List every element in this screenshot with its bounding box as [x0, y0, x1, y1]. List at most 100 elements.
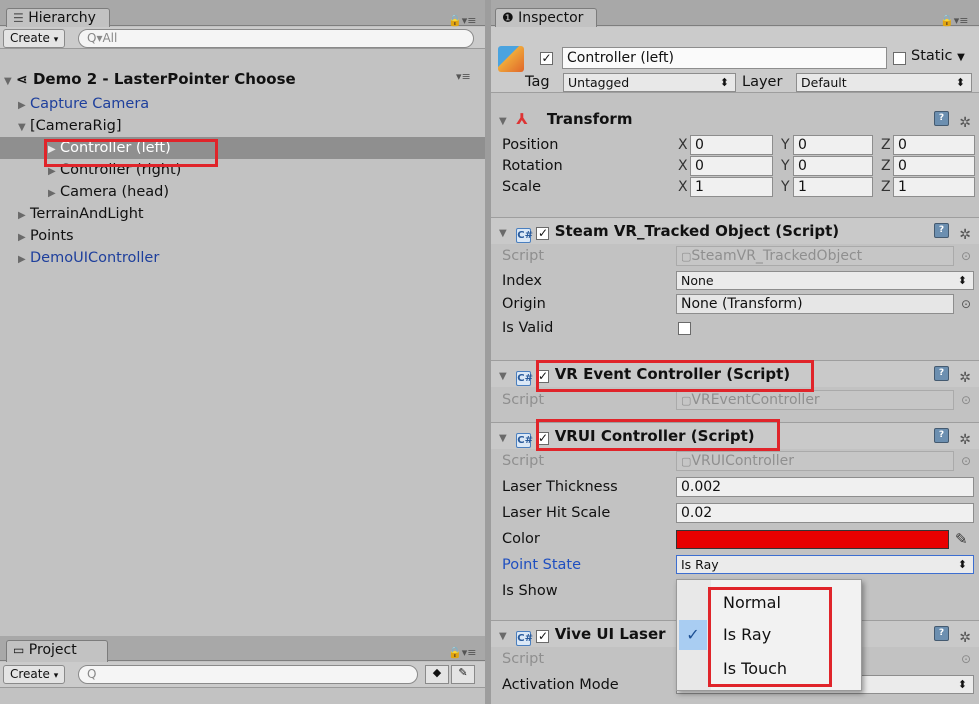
object-picker-icon[interactable]: ⊙	[961, 292, 971, 316]
project-lock-menu-icon[interactable]: 🔒▾≡	[448, 646, 476, 659]
expand-icon[interactable]: ▼	[499, 364, 511, 390]
script-file-icon: ▢	[681, 455, 692, 468]
active-checkbox[interactable]: ✓	[540, 52, 553, 65]
scale-row: Scale X 1 Y 1 Z 1	[491, 175, 979, 199]
script-icon: C#	[516, 371, 533, 386]
help-book-icon[interactable]: ?	[934, 111, 949, 126]
project-search-input[interactable]: Q	[78, 665, 418, 684]
object-picker-icon[interactable]: ⊙	[961, 388, 971, 412]
collapsed-icon[interactable]: ▶	[18, 227, 30, 249]
hierarchy-lock-menu-icon[interactable]: 🔒▾≡	[448, 14, 476, 27]
hierarchy-item-demouicontroller[interactable]: ▶ DemoUIController	[0, 247, 485, 269]
script-icon: C#	[516, 433, 533, 448]
collapsed-icon[interactable]: ▶	[18, 95, 30, 117]
rotation-y-field[interactable]: 0	[793, 156, 873, 176]
inspector-lock-menu-icon[interactable]: 🔒▾≡	[940, 14, 968, 27]
vrui-script-row: Script ▢VRUIController ⊙	[491, 449, 979, 473]
collapsed-icon[interactable]: ▶	[18, 205, 30, 227]
laser-thickness-row: Laser Thickness 0.002	[491, 475, 979, 499]
is-valid-row: Is Valid	[491, 316, 979, 340]
help-book-icon[interactable]: ?	[934, 428, 949, 443]
chevron-down-icon: ▾	[53, 35, 59, 45]
list-icon: ☰	[13, 11, 24, 25]
color-swatch[interactable]	[676, 530, 949, 549]
project-create-button[interactable]: Create ▾	[3, 665, 66, 684]
color-row: Color ✎	[491, 527, 979, 551]
component-enabled-checkbox[interactable]: ✓	[536, 227, 550, 240]
point-state-dropdown[interactable]: Is Ray ⬍	[676, 555, 974, 574]
tag-dropdown[interactable]: Untagged ⬍	[563, 73, 736, 92]
filter-by-label-icon[interactable]: ✎	[451, 665, 475, 684]
inspector-tab[interactable]: ❶ Inspector	[495, 8, 597, 28]
hierarchy-item-camerarig[interactable]: ▼ [CameraRig]	[0, 115, 485, 137]
hierarchy-item-terrain[interactable]: ▶ TerrainAndLight	[0, 203, 485, 225]
object-picker-icon[interactable]: ⊙	[961, 244, 971, 268]
position-x-field[interactable]: 0	[690, 135, 773, 155]
script-icon: C#	[516, 631, 533, 646]
object-picker-icon[interactable]: ⊙	[961, 449, 971, 473]
script-icon: C#	[516, 228, 533, 243]
static-label[interactable]: Static ▼	[911, 48, 965, 64]
highlight-box	[536, 419, 780, 451]
highlight-box	[44, 139, 218, 167]
project-tab[interactable]: ▭ Project	[6, 640, 108, 662]
expand-icon[interactable]: ▼	[18, 117, 30, 139]
hierarchy-item-camera-head[interactable]: ▶ Camera (head)	[0, 181, 485, 203]
position-y-field[interactable]: 0	[793, 135, 873, 155]
help-book-icon[interactable]: ?	[934, 366, 949, 381]
layer-dropdown[interactable]: Default ⬍	[796, 73, 972, 92]
dropdown-arrow-icon: ⬍	[719, 76, 729, 89]
index-row: Index None ⬍	[491, 269, 979, 293]
chevron-down-icon: ▼	[957, 52, 965, 63]
project-content	[0, 689, 485, 704]
hierarchy-search-input[interactable]: Q▾All	[78, 29, 474, 48]
help-book-icon[interactable]: ?	[934, 626, 949, 641]
is-valid-checkbox[interactable]	[678, 322, 691, 335]
checkmark-icon: ✓	[679, 620, 707, 650]
scene-row[interactable]: ▼ ⋖ Demo 2 - LasterPointer Choose	[0, 68, 485, 90]
scale-x-field[interactable]: 1	[690, 177, 773, 197]
transform-header[interactable]: ▼ ⅄ Transform ? ✲	[491, 106, 979, 133]
scale-z-field[interactable]: 1	[893, 177, 975, 197]
index-dropdown[interactable]: None ⬍	[676, 271, 974, 290]
tracked-object-body: Script ▢SteamVR_TrackedObject ⊙ Index No…	[491, 244, 979, 354]
eyedropper-icon[interactable]: ✎	[955, 527, 968, 551]
hierarchy-item-capture-camera[interactable]: ▶ Capture Camera	[0, 93, 485, 115]
object-name-input[interactable]: Controller (left)	[562, 47, 887, 69]
laser-thickness-field[interactable]: 0.002	[676, 477, 974, 497]
rotation-z-field[interactable]: 0	[893, 156, 975, 176]
script-row: Script ▢SteamVR_TrackedObject ⊙	[491, 244, 979, 268]
scene-menu-icon[interactable]: ▾≡	[456, 70, 471, 83]
laser-hit-scale-field[interactable]: 0.02	[676, 503, 974, 523]
hierarchy-item-points[interactable]: ▶ Points	[0, 225, 485, 247]
transform-body: Position X 0 Y 0 Z 0 Rotation X 0 Y 0 Z …	[491, 133, 979, 213]
tracked-object-header[interactable]: ▼ C# ✓ Steam VR_Tracked Object (Script) …	[491, 217, 979, 244]
expand-icon[interactable]: ▼	[4, 71, 16, 93]
gameobject-cube-icon	[498, 46, 524, 72]
collapsed-icon[interactable]: ▶	[18, 249, 30, 271]
rotation-x-field[interactable]: 0	[690, 156, 773, 176]
highlight-box	[708, 587, 832, 687]
hierarchy-tab[interactable]: ☰ Hierarchy	[6, 8, 110, 28]
hierarchy-create-button[interactable]: Create ▾	[3, 29, 66, 48]
point-state-row: Point State Is Ray ⬍	[491, 553, 979, 577]
scale-y-field[interactable]: 1	[793, 177, 873, 197]
collapsed-icon[interactable]: ▶	[48, 183, 60, 205]
script-field: ▢VRUIController	[676, 451, 954, 471]
filter-by-type-icon[interactable]: ◆	[425, 665, 449, 684]
object-picker-icon[interactable]: ⊙	[961, 647, 971, 671]
component-enabled-checkbox[interactable]: ✓	[536, 630, 550, 643]
dropdown-arrow-icon: ⬍	[957, 274, 967, 287]
origin-row: Origin None (Transform) ⊙	[491, 292, 979, 316]
script-file-icon: ▢	[681, 250, 692, 263]
position-z-field[interactable]: 0	[893, 135, 975, 155]
help-book-icon[interactable]: ?	[934, 223, 949, 238]
expand-icon[interactable]: ▼	[499, 109, 511, 135]
dropdown-arrow-icon: ⬍	[957, 678, 967, 691]
script-field: ▢VREventController	[676, 390, 954, 410]
origin-field[interactable]: None (Transform)	[676, 294, 954, 314]
dropdown-arrow-icon: ⬍	[955, 76, 965, 89]
transform-axes-icon: ⅄	[516, 110, 528, 128]
static-checkbox[interactable]	[893, 52, 906, 65]
hierarchy-panel: ▼ ⋖ Demo 2 - LasterPointer Choose ▾≡ ▶ Cap…	[0, 50, 485, 630]
